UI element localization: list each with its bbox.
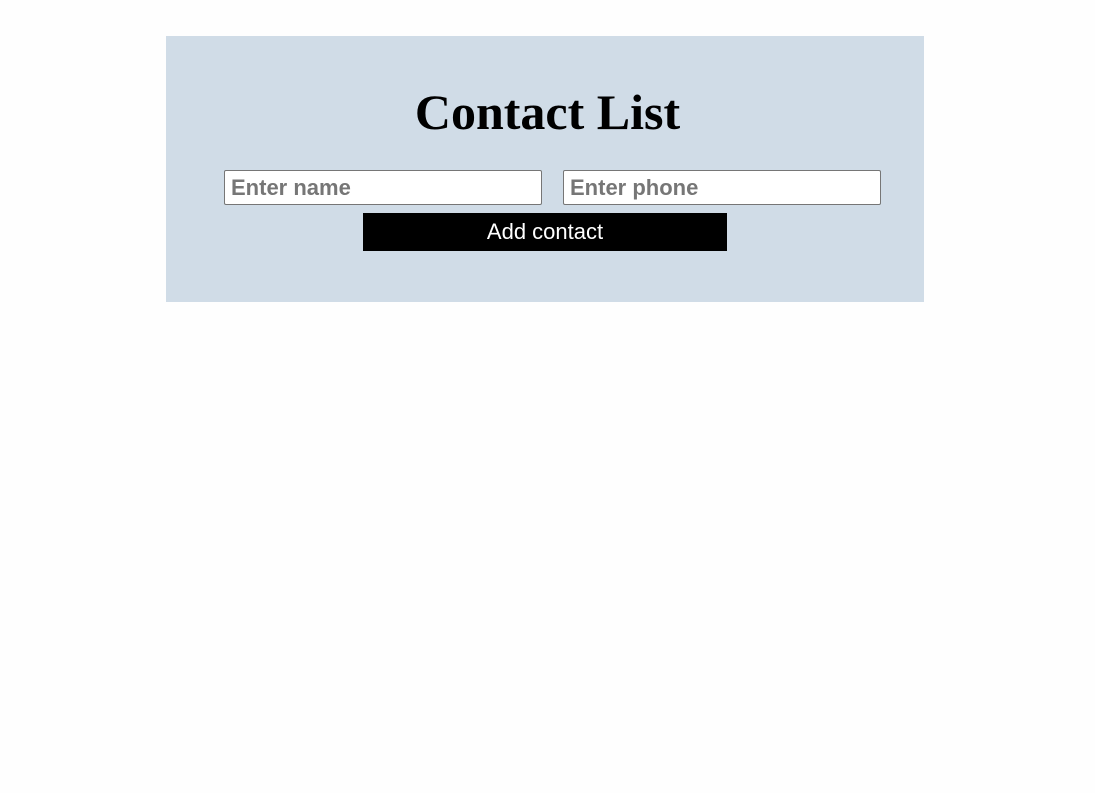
page-title: Contact List [414, 84, 681, 140]
name-input[interactable] [224, 170, 542, 205]
contact-list-panel [166, 36, 924, 302]
add-contact-button[interactable]: Add contact [363, 213, 727, 251]
phone-input[interactable] [563, 170, 881, 205]
